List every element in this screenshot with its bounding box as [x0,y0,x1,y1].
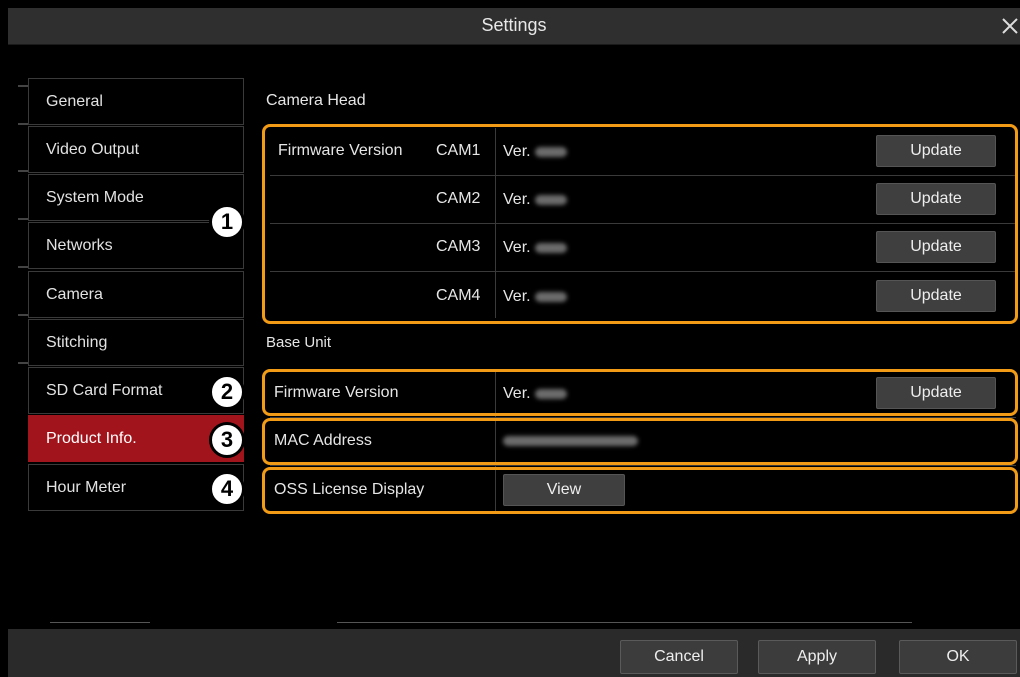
apply-button[interactable]: Apply [758,640,876,674]
highlight-mac-address [262,418,1018,465]
sidebar-item-label: Product Info. [46,430,137,447]
camera-head-title: Camera Head [266,92,366,109]
sidebar-item-camera[interactable]: Camera [28,271,244,318]
window-title: Settings [481,15,547,35]
sidebar-item-label: Stitching [46,334,108,351]
base-unit-title: Base Unit [266,334,332,351]
sidebar-item-general[interactable]: General [28,78,244,125]
title-bar: Settings [8,8,1020,45]
dialog-footer: Cancel Apply OK [8,629,1020,677]
divider [337,622,912,623]
sidebar-item-label: System Mode [46,189,144,206]
divider [50,622,150,623]
sidebar-item-label: Video Output [46,141,140,158]
callout-3: 3 [209,422,245,458]
ok-button[interactable]: OK [899,640,1017,674]
close-icon[interactable] [998,14,1020,38]
callout-1: 1 [209,204,245,240]
sidebar-item-label: SD Card Format [46,382,163,399]
callout-2: 2 [209,374,245,410]
highlight-oss-license [262,467,1018,514]
sidebar-item-label: General [46,93,103,110]
sidebar-item-stitching[interactable]: Stitching [28,319,244,366]
sidebar-item-label: Networks [46,237,113,254]
sidebar-item-video-output[interactable]: Video Output [28,126,244,173]
sidebar-item-label: Hour Meter [46,479,127,496]
cancel-button[interactable]: Cancel [620,640,738,674]
highlight-camera-head [262,124,1018,324]
table-row [270,465,1016,466]
sidebar-item-label: Camera [46,286,103,303]
callout-4: 4 [209,471,245,507]
highlight-base-firmware [262,369,1018,416]
